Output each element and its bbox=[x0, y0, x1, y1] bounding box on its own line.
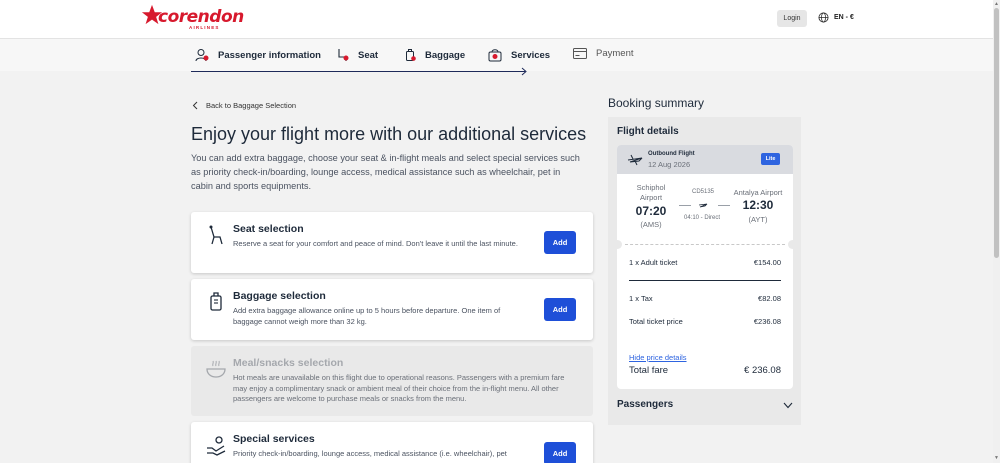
chevron-left-icon bbox=[192, 101, 198, 110]
service-description: Priority check-in/boarding, lounge acces… bbox=[233, 449, 507, 458]
service-card-meal: Meal/snacks selection Hot meals are unav… bbox=[191, 346, 593, 416]
step-label: Payment bbox=[596, 48, 634, 59]
add-baggage-button[interactable]: Add bbox=[544, 298, 576, 321]
step-seat[interactable]: Seat bbox=[336, 48, 378, 62]
add-special-services-button[interactable]: Add bbox=[544, 442, 576, 463]
arrival-time: 12:30 bbox=[742, 198, 774, 212]
passengers-accordion[interactable]: Passengers bbox=[617, 399, 673, 410]
scrollbar-thumb[interactable] bbox=[994, 8, 999, 258]
back-label: Back to Baggage Selection bbox=[206, 101, 297, 110]
service-description: Add extra baggage allowance online up to… bbox=[233, 306, 501, 326]
step-label: Passenger information bbox=[218, 49, 321, 61]
globe-icon bbox=[818, 12, 829, 23]
total-fare-row: Total fare € 236.08 bbox=[629, 365, 781, 376]
price-row-total-ticket: Total ticket price €236.08 bbox=[629, 317, 781, 326]
service-title: Special services bbox=[233, 433, 315, 445]
price-separator bbox=[629, 280, 781, 281]
corendon-logo[interactable]: corendon AIRLINES bbox=[141, 4, 244, 30]
intro-text: You can add extra baggage, choose your s… bbox=[191, 153, 580, 191]
origin-airport: Schiphol Airport bbox=[636, 183, 666, 202]
special-services-icon bbox=[207, 436, 226, 456]
meal-icon bbox=[206, 360, 226, 378]
step-label: Services bbox=[511, 49, 551, 61]
flight-date: 12 Aug 2026 bbox=[648, 160, 691, 169]
chevron-down-icon[interactable] bbox=[783, 402, 793, 409]
step-baggage[interactable]: Baggage bbox=[405, 48, 465, 62]
ticket-header: Outbound Flight 12 Aug 2026 Lite bbox=[617, 145, 793, 174]
price-value: €82.08 bbox=[758, 294, 781, 303]
outbound-flight-label: Outbound Flight bbox=[648, 151, 695, 157]
service-title: Seat selection bbox=[233, 223, 304, 235]
departure-time: 07:20 bbox=[635, 204, 667, 218]
service-card-special: Special services Priority check-in/board… bbox=[191, 422, 593, 463]
progress-arrow-icon bbox=[521, 67, 527, 76]
price-label: Total ticket price bbox=[629, 317, 683, 326]
price-row-tax: 1 x Tax €82.08 bbox=[629, 294, 781, 303]
login-button[interactable]: Login bbox=[777, 10, 807, 27]
step-services[interactable]: Services bbox=[488, 48, 550, 62]
seat-icon bbox=[338, 49, 349, 61]
back-to-baggage-link[interactable]: Back to Baggage Selection bbox=[192, 101, 296, 110]
plane-icon bbox=[627, 154, 643, 166]
passenger-icon bbox=[195, 49, 209, 62]
steps-progress-line bbox=[191, 71, 525, 72]
price-label: 1 x Tax bbox=[629, 294, 653, 303]
fare-badge: Lite bbox=[761, 153, 780, 165]
page-title: Enjoy your flight more with our addition… bbox=[191, 124, 587, 144]
scroll-down-arrow-icon[interactable]: ▼ bbox=[994, 455, 999, 461]
flight-number: CD5135 bbox=[692, 189, 715, 195]
ticket-divider bbox=[625, 244, 785, 245]
language-label: EN - € bbox=[834, 14, 854, 21]
step-payment[interactable]: Payment bbox=[573, 48, 634, 59]
service-description: Hot meals are unavailable on this flight… bbox=[233, 373, 565, 403]
payment-icon bbox=[573, 48, 587, 59]
destination-airport: Antalya Airport bbox=[733, 188, 783, 197]
total-fare-value: € 236.08 bbox=[744, 365, 781, 376]
route-line bbox=[718, 205, 730, 206]
ticket-notch bbox=[788, 240, 797, 249]
step-label: Seat bbox=[358, 49, 379, 61]
booking-summary-title: Booking summary bbox=[608, 96, 705, 110]
service-title: Baggage selection bbox=[233, 290, 326, 302]
origin-code: (AMS) bbox=[640, 220, 662, 229]
baggage-icon bbox=[406, 49, 416, 61]
logo-text: corendon bbox=[158, 7, 244, 27]
service-description: Reserve a seat for your comfort and peac… bbox=[233, 239, 518, 248]
logo-subtext: AIRLINES bbox=[189, 25, 220, 30]
price-row-adult: 1 x Adult ticket €154.00 bbox=[629, 258, 781, 267]
route-line bbox=[679, 205, 691, 206]
booking-steps-nav: Passenger information Seat Baggage Servi… bbox=[0, 38, 993, 71]
hide-price-details-link[interactable]: Hide price details bbox=[629, 353, 687, 362]
service-title: Meal/snacks selection bbox=[233, 357, 344, 369]
language-currency-selector[interactable]: EN - € bbox=[818, 12, 854, 23]
step-label: Baggage bbox=[425, 49, 466, 61]
plane-small-icon bbox=[698, 203, 708, 208]
price-label: 1 x Adult ticket bbox=[629, 258, 678, 267]
flight-ticket-card: Outbound Flight 12 Aug 2026 Lite Schipho… bbox=[613, 145, 797, 389]
service-card-baggage: Baggage selection Add extra baggage allo… bbox=[191, 279, 593, 340]
flight-duration: 04:10 - Direct bbox=[684, 215, 721, 221]
header: corendon AIRLINES Login EN - € bbox=[0, 0, 993, 38]
scroll-up-arrow-icon[interactable]: ▲ bbox=[994, 1, 999, 7]
service-card-seat: Seat selection Reserve a seat for your c… bbox=[191, 212, 593, 273]
flight-details-title: Flight details bbox=[617, 126, 679, 137]
services-icon bbox=[488, 49, 502, 62]
step-passenger-information[interactable]: Passenger information bbox=[195, 48, 321, 62]
ticket-notch bbox=[613, 240, 622, 249]
baggage-icon bbox=[210, 292, 222, 311]
seat-icon bbox=[209, 225, 223, 245]
destination-code: (AYT) bbox=[748, 215, 768, 224]
add-seat-button[interactable]: Add bbox=[544, 231, 576, 254]
price-value: €236.08 bbox=[753, 317, 781, 326]
total-fare-label: Total fare bbox=[629, 365, 669, 376]
price-value: €154.00 bbox=[753, 258, 781, 267]
